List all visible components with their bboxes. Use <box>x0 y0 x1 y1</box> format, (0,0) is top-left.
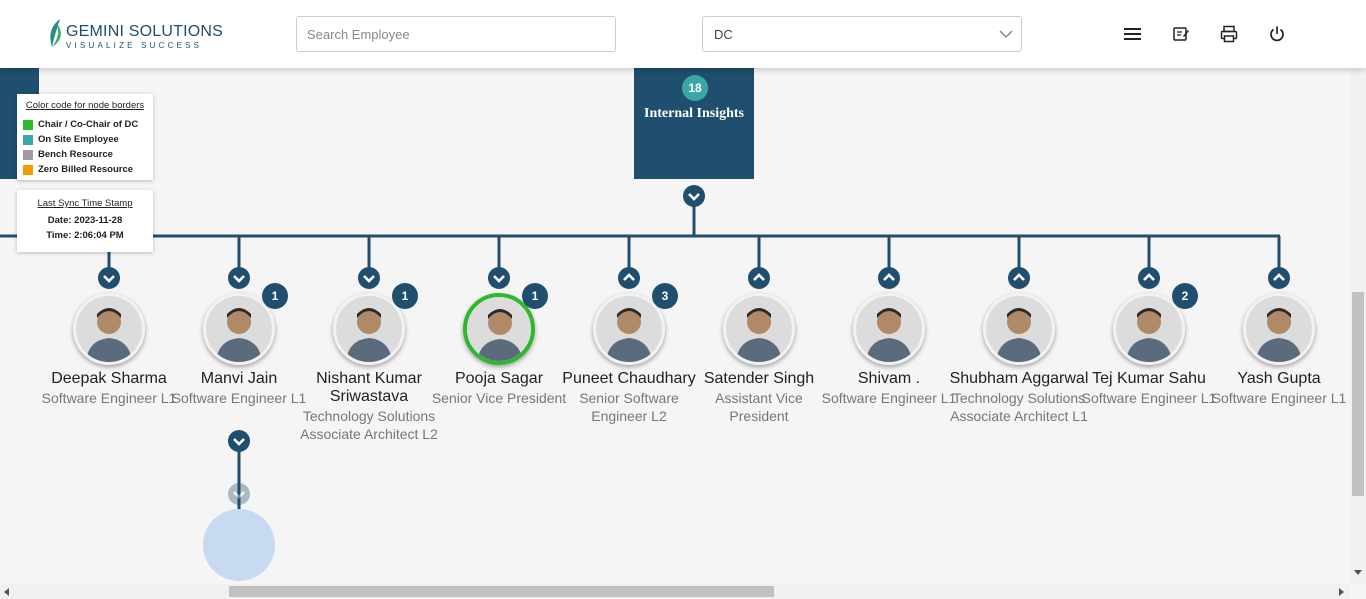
legend-item: Chair / Co-Chair of DC <box>23 117 147 132</box>
employee-name: Tej Kumar Sahu <box>1092 370 1206 387</box>
employee-designation: Technology Solutions Associate Architect… <box>950 390 1088 424</box>
print-button[interactable] <box>1217 22 1241 46</box>
edit-notes-button[interactable] <box>1169 22 1193 46</box>
logo-title: GEMINI SOLUTIONS <box>66 23 223 40</box>
employee-name-block: Deepak Sharma Software Engineer L1 <box>39 370 179 407</box>
person-icon <box>726 296 792 362</box>
direct-reports-count-badge: 2 <box>1172 283 1198 309</box>
employee-name: Pooja Sagar <box>454 370 544 387</box>
employee-designation: Assistant Vice President <box>715 390 803 424</box>
search-employee-input[interactable] <box>296 16 616 52</box>
employee-name-block: Nishant Kumar Sriwastava Technology Solut… <box>299 370 439 443</box>
company-logo[interactable]: GEMINI SOLUTIONS VISUALIZE SUCCESS <box>46 17 223 51</box>
manvi-jain-children-toggle[interactable] <box>228 430 250 452</box>
person-icon <box>856 296 922 362</box>
leaf-logo-icon <box>50 19 61 47</box>
loading-child-avatar-placeholder <box>203 509 275 581</box>
employee-name: Manvi Jain <box>200 370 278 387</box>
logout-button[interactable] <box>1265 22 1289 46</box>
employee-avatar[interactable] <box>1243 293 1315 365</box>
menu-button[interactable] <box>1121 22 1145 46</box>
direct-reports-count-badge: 3 <box>652 283 678 309</box>
employee-name: Shubham Aggarwal <box>949 370 1089 387</box>
node-border-legend: Color code for node borders Chair / Co-C… <box>17 94 153 180</box>
employee-name: Shivam . <box>857 370 921 387</box>
person-icon <box>596 296 662 362</box>
employee-avatar[interactable] <box>73 293 145 365</box>
legend-item-label: On Site Employee <box>38 134 119 145</box>
employee-name-block: Shubham Aggarwal Technology Solutions Ass… <box>949 370 1089 425</box>
edit-note-icon <box>1173 27 1189 41</box>
employee-name-block: Shivam . Software Engineer L1 <box>819 370 959 407</box>
horizontal-scrollbar[interactable] <box>0 584 1350 599</box>
employee-name: Satender Singh <box>703 370 815 387</box>
person-icon <box>1246 296 1312 362</box>
legend-item: On Site Employee <box>23 132 147 147</box>
scroll-down-arrow-icon[interactable] <box>1354 570 1362 575</box>
direct-reports-count-badge: 1 <box>522 283 548 309</box>
dropdown-selected-value: DC <box>714 27 733 42</box>
sync-time: Time: 2:06:04 PM <box>46 230 124 241</box>
power-icon <box>1270 26 1284 42</box>
employee-designation: Software Engineer L1 <box>171 390 307 406</box>
chevron-down-icon <box>228 483 250 505</box>
legend-item-label: Chair / Co-Chair of DC <box>38 119 139 130</box>
employee-designation: Software Engineer L1 <box>821 390 957 406</box>
chevron-down-icon <box>999 30 1013 39</box>
menu-icon <box>1124 28 1141 40</box>
person-icon <box>986 296 1052 362</box>
employee-avatar[interactable] <box>983 293 1055 365</box>
legend-item-label: Zero Billed Resource <box>38 164 134 175</box>
employee-designation: Senior Software Engineer L2 <box>579 390 679 424</box>
vertical-scrollbar[interactable] <box>1350 68 1366 584</box>
legend-item: Bench Resource <box>23 147 147 162</box>
person-icon <box>336 296 402 362</box>
employee-avatar[interactable] <box>853 293 925 365</box>
direct-reports-count-badge: 1 <box>262 283 288 309</box>
legend-title: Color code for node borders <box>25 100 145 111</box>
app-header: GEMINI SOLUTIONS VISUALIZE SUCCESS DC <box>0 0 1366 68</box>
employee-designation: Software Engineer L1 <box>1211 390 1347 406</box>
direct-reports-count-badge: 1 <box>392 283 418 309</box>
employee-designation: Software Engineer L1 <box>41 390 177 406</box>
dc-select-dropdown[interactable]: DC <box>702 16 1022 52</box>
chevron-down-icon <box>228 430 250 452</box>
employee-name: Puneet Chaudhary <box>562 370 696 387</box>
employee-name-block: Pooja Sagar Senior Vice President <box>429 370 569 407</box>
last-sync-panel: Last Sync Time Stamp Date: 2023-11-28 Ti… <box>17 190 153 252</box>
employee-nodes: Deepak Sharma Software Engineer L1 1 Manvi … <box>0 68 1350 584</box>
person-icon <box>76 296 142 362</box>
scroll-right-arrow-icon[interactable] <box>1339 588 1344 596</box>
vertical-scroll-thumb[interactable] <box>1352 292 1364 496</box>
legend-item-label: Bench Resource <box>38 149 113 160</box>
employee-name: Nishant Kumar Sriwastava <box>316 370 422 405</box>
employee-name: Deepak Sharma <box>51 370 167 387</box>
legend-item: Zero Billed Resource <box>23 162 147 177</box>
employee-designation: Software Engineer L1 <box>1081 390 1217 406</box>
employee-designation: Senior Vice President <box>431 390 567 406</box>
employee-name-block: Satender Singh Assistant Vice President <box>689 370 829 425</box>
legend-color-swatch <box>23 134 33 145</box>
sync-date: Date: 2023-11-28 <box>47 215 123 226</box>
employee-avatar[interactable] <box>723 293 795 365</box>
scroll-left-arrow-icon[interactable] <box>4 588 9 596</box>
employee-designation: Technology Solutions Associate Architect… <box>300 408 438 442</box>
person-icon <box>206 296 272 362</box>
print-icon <box>1220 25 1238 43</box>
legend-color-swatch <box>23 164 33 175</box>
employee-name-block: Manvi Jain Software Engineer L1 <box>169 370 309 407</box>
loading-child-toggle <box>228 483 250 505</box>
horizontal-scroll-thumb[interactable] <box>229 586 774 597</box>
logo-tagline: VISUALIZE SUCCESS <box>66 41 203 50</box>
employee-name-block: Yash Gupta Software Engineer L1 <box>1209 370 1349 407</box>
person-icon <box>467 297 531 361</box>
employee-name: Yash Gupta <box>1237 370 1321 387</box>
legend-color-swatch <box>23 149 33 160</box>
person-icon <box>1116 296 1182 362</box>
employee-name-block: Puneet Chaudhary Senior Software Engineer… <box>559 370 699 425</box>
employee-name-block: Tej Kumar Sahu Software Engineer L1 <box>1079 370 1219 407</box>
legend-color-swatch <box>23 119 33 130</box>
sync-title: Last Sync Time Stamp <box>37 198 133 209</box>
